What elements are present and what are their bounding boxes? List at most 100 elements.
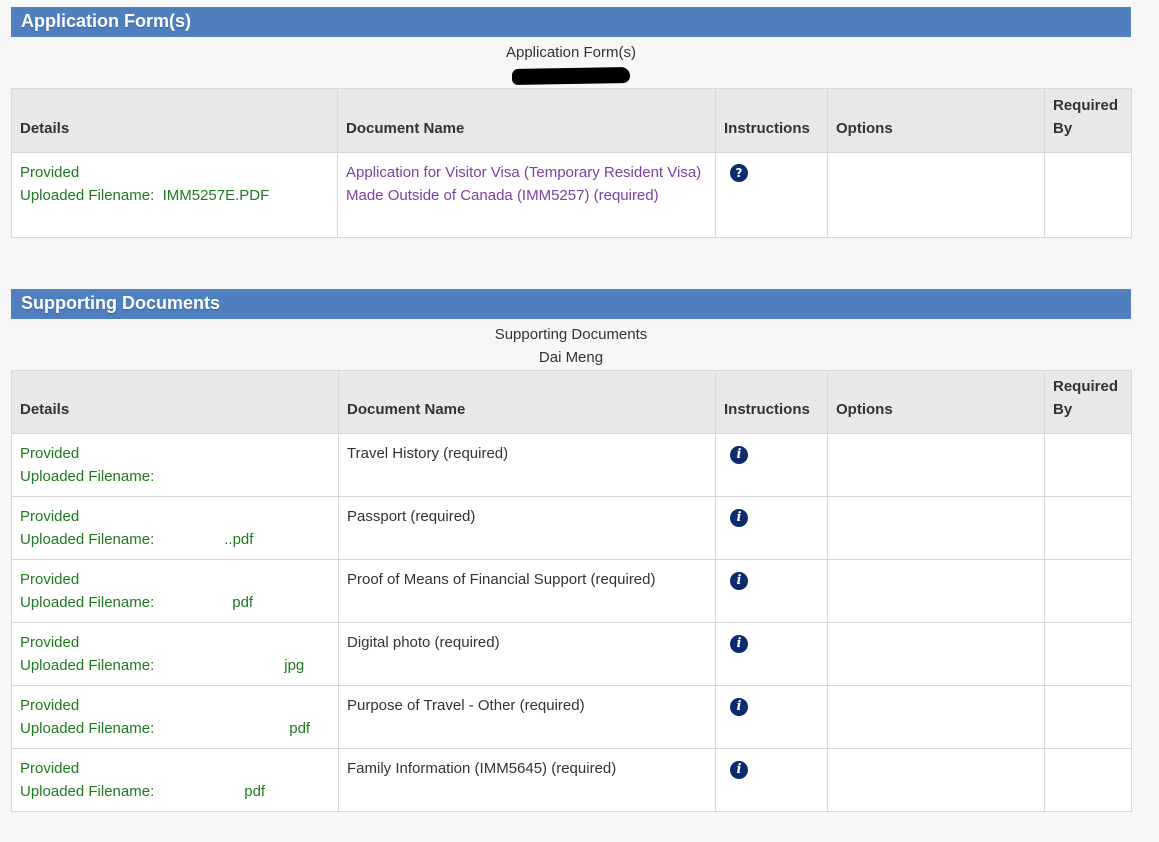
table-row: Provided Uploaded Filename: pdf Purpose o… — [11, 685, 1132, 749]
document-name: Purpose of Travel - Other (required) — [347, 697, 585, 714]
uploaded-filename: Uploaded Filename: IMM5257E.PDF — [20, 184, 329, 207]
application-forms-caption-title: Application Form(s) — [505, 44, 637, 61]
uploaded-filename: Uploaded Filename: — [20, 465, 330, 488]
info-circle-icon[interactable]: i — [730, 635, 748, 653]
instructions-cell: ? — [715, 152, 828, 238]
instructions-cell: i — [715, 559, 828, 623]
status-text: Provided — [20, 571, 80, 588]
supporting-documents-table: Details Document Name Instructions Optio… — [11, 370, 1132, 812]
info-circle-icon[interactable]: i — [730, 698, 748, 716]
redacted-filename — [154, 720, 290, 739]
document-name-link[interactable]: Application for Visitor Visa (Temporary … — [346, 164, 701, 204]
instructions-cell: i — [715, 748, 828, 812]
info-circle-icon[interactable]: i — [730, 761, 748, 779]
column-header-details: Details — [11, 370, 339, 434]
details-cell: Provided Uploaded Filename: jpg — [11, 622, 339, 686]
filename-value: IMM5257E.PDF — [162, 187, 270, 204]
column-header-instructions: Instructions — [715, 370, 828, 434]
applicant-name: Dai Meng — [538, 349, 604, 366]
status-text: Provided — [20, 164, 80, 181]
instructions-cell: i — [715, 685, 828, 749]
redaction-mark — [511, 67, 631, 86]
status-text: Provided — [20, 445, 80, 462]
filename-label: Uploaded Filename: — [20, 187, 155, 204]
document-name-cell: Family Information (IMM5645) (required) — [338, 748, 716, 812]
question-circle-icon[interactable]: ? — [730, 164, 748, 182]
filename-suffix: ..pdf — [224, 531, 254, 548]
supporting-documents-header: Supporting Documents — [11, 289, 1131, 319]
options-cell — [827, 559, 1045, 623]
instructions-cell: i — [715, 433, 828, 497]
document-name-cell: Digital photo (required) — [338, 622, 716, 686]
options-cell — [827, 685, 1045, 749]
supporting-documents-caption: Supporting Documents Dai Meng — [11, 323, 1131, 369]
column-header-details: Details — [11, 88, 338, 153]
document-name: Travel History (required) — [347, 445, 509, 462]
required-by-cell — [1044, 496, 1132, 560]
info-circle-icon[interactable]: i — [730, 572, 748, 590]
filename-suffix: pdf — [244, 783, 266, 800]
options-cell — [827, 748, 1045, 812]
options-cell — [827, 433, 1045, 497]
application-forms-caption: Application Form(s) — [11, 41, 1131, 87]
uploaded-filename: Uploaded Filename: jpg — [20, 654, 330, 677]
filename-suffix: pdf — [232, 594, 254, 611]
column-header-options: Options — [827, 370, 1045, 434]
options-cell — [827, 152, 1045, 238]
uploaded-filename: Uploaded Filename: pdf — [20, 717, 330, 740]
filename-suffix: pdf — [289, 720, 311, 737]
status-text: Provided — [20, 697, 80, 714]
column-header-instructions: Instructions — [715, 88, 828, 153]
uploaded-filename: Uploaded Filename: ..pdf — [20, 528, 330, 551]
filename-label: Uploaded Filename: — [20, 783, 155, 800]
document-name: Proof of Means of Financial Support (req… — [347, 571, 656, 588]
required-by-cell — [1044, 685, 1132, 749]
column-header-options: Options — [827, 88, 1045, 153]
details-cell: Provided Uploaded Filename: — [11, 433, 339, 497]
instructions-cell: i — [715, 496, 828, 560]
table-row: Provided Uploaded Filename: IMM5257E.PDF… — [11, 152, 1132, 238]
status-text: Provided — [20, 760, 80, 777]
document-name-cell: Passport (required) — [338, 496, 716, 560]
table-row: Provided Uploaded Filename: ..pdf Passpor… — [11, 496, 1132, 560]
details-cell: Provided Uploaded Filename: ..pdf — [11, 496, 339, 560]
redacted-filename — [154, 783, 245, 802]
redacted-applicant-name — [11, 64, 1131, 87]
uploaded-filename: Uploaded Filename: pdf — [20, 780, 330, 803]
redacted-filename — [154, 657, 285, 676]
filename-label: Uploaded Filename: — [20, 468, 155, 485]
required-by-cell — [1044, 433, 1132, 497]
filename-label: Uploaded Filename: — [20, 657, 155, 674]
filename-label: Uploaded Filename: — [20, 531, 155, 548]
uploaded-filename: Uploaded Filename: pdf — [20, 591, 330, 614]
details-cell: Provided Uploaded Filename: pdf — [11, 748, 339, 812]
table-row: Provided Uploaded Filename: pdf Proof of … — [11, 559, 1132, 623]
supporting-documents-caption-title: Supporting Documents — [494, 326, 648, 343]
options-cell — [827, 622, 1045, 686]
details-cell: Provided Uploaded Filename: IMM5257E.PDF — [11, 152, 338, 238]
redacted-filename — [154, 594, 233, 613]
status-text: Provided — [20, 634, 80, 651]
status-text: Provided — [20, 508, 80, 525]
column-header-required-by: Required By — [1044, 370, 1132, 434]
details-cell: Provided Uploaded Filename: pdf — [11, 559, 339, 623]
document-name: Family Information (IMM5645) (required) — [347, 760, 617, 777]
document-name-cell: Application for Visitor Visa (Temporary … — [337, 152, 716, 238]
table-header-row: Details Document Name Instructions Optio… — [11, 88, 1132, 153]
info-circle-icon[interactable]: i — [730, 446, 748, 464]
required-by-cell — [1044, 152, 1132, 238]
table-header-row: Details Document Name Instructions Optio… — [11, 370, 1132, 434]
application-forms-header: Application Form(s) — [11, 7, 1131, 37]
column-header-document-name: Document Name — [338, 370, 716, 434]
document-name: Passport (required) — [347, 508, 476, 525]
column-header-document-name: Document Name — [337, 88, 716, 153]
table-row: Provided Uploaded Filename: pdf Family In… — [11, 748, 1132, 812]
filename-label: Uploaded Filename: — [20, 720, 155, 737]
instructions-cell: i — [715, 622, 828, 686]
info-circle-icon[interactable]: i — [730, 509, 748, 527]
document-name-cell: Purpose of Travel - Other (required) — [338, 685, 716, 749]
options-cell — [827, 496, 1045, 560]
table-row: Provided Uploaded Filename: jpg Digital p… — [11, 622, 1132, 686]
column-header-required-by: Required By — [1044, 88, 1132, 153]
filename-label: Uploaded Filename: — [20, 594, 155, 611]
